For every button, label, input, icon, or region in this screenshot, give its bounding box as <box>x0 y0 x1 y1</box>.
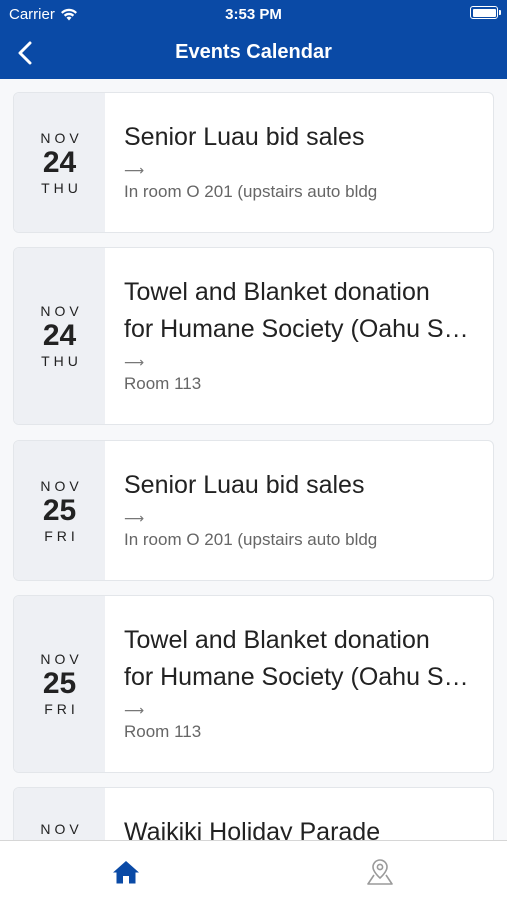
page-title: Events Calendar <box>175 41 332 63</box>
event-date: NOV 25 FRI <box>14 596 105 772</box>
event-card[interactable]: NOV 24 THU Towel and Blanket donation fo… <box>13 247 494 425</box>
events-list[interactable]: NOV 24 THU Senior Luau bid sales ⟶ In ro… <box>0 79 507 840</box>
event-date: NOV 24 THU <box>14 248 105 424</box>
event-details: Towel and Blanket donation for Humane So… <box>105 596 493 772</box>
tab-map[interactable] <box>363 855 397 889</box>
battery-icon <box>470 6 501 19</box>
event-card[interactable]: NOV 25 FRI Towel and Blanket donation fo… <box>13 595 494 773</box>
event-weekday: FRI <box>44 701 79 717</box>
event-date: NOV 24 THU <box>14 93 105 232</box>
event-month: NOV <box>40 477 83 494</box>
event-day: 24 <box>42 319 77 352</box>
event-weekday: THU <box>41 353 82 369</box>
event-day: 24 <box>42 145 77 179</box>
arrow-right-icon: ⟶ <box>124 354 145 370</box>
event-location: In room O 201 (upstairs auto bldg <box>124 182 378 201</box>
event-date: NOV <box>14 788 105 840</box>
event-title-line-1: Towel and Blanket donation <box>124 626 430 654</box>
event-title-line-2: for Humane Society (Oahu S… <box>124 663 469 691</box>
event-title: Waikiki Holiday Parade <box>124 818 381 840</box>
event-month: NOV <box>40 651 83 667</box>
map-pin-icon <box>367 859 393 885</box>
arrow-right-icon: ⟶ <box>124 510 145 526</box>
status-time: 3:53 PM <box>225 6 282 23</box>
event-details: Senior Luau bid sales ⟶ In room O 201 (u… <box>105 93 493 232</box>
event-location: Room 113 <box>124 374 202 393</box>
event-card[interactable]: NOV 25 FRI Senior Luau bid sales ⟶ In ro… <box>13 440 494 581</box>
event-month: NOV <box>40 303 83 319</box>
event-location: Room 113 <box>124 722 202 741</box>
app-header: Carrier 3:53 PM Events Calendar <box>0 0 507 79</box>
event-month: NOV <box>40 129 83 146</box>
event-day: 25 <box>42 667 77 700</box>
event-day: 25 <box>42 493 77 527</box>
event-weekday: THU <box>41 179 82 196</box>
home-icon <box>113 861 139 884</box>
event-location: In room O 201 (upstairs auto bldg <box>124 530 378 549</box>
event-card[interactable]: NOV 24 THU Senior Luau bid sales ⟶ In ro… <box>13 92 494 233</box>
nav-bar: Events Calendar <box>0 28 507 79</box>
event-title: Senior Luau bid sales <box>124 123 365 151</box>
event-details: Senior Luau bid sales ⟶ In room O 201 (u… <box>105 441 493 580</box>
event-title: Senior Luau bid sales <box>124 471 365 499</box>
arrow-right-icon: ⟶ <box>124 162 145 178</box>
event-weekday: FRI <box>44 527 79 544</box>
arrow-right-icon: ⟶ <box>124 702 145 718</box>
tab-home[interactable] <box>109 855 143 889</box>
event-date: NOV 25 FRI <box>14 441 105 580</box>
event-title-line-2: for Humane Society (Oahu S… <box>124 315 469 343</box>
event-card[interactable]: NOV Waikiki Holiday Parade <box>13 787 494 840</box>
event-details: Waikiki Holiday Parade <box>105 788 493 840</box>
event-title-line-1: Towel and Blanket donation <box>124 278 430 306</box>
event-details: Towel and Blanket donation for Humane So… <box>105 248 493 424</box>
status-bar: Carrier 3:53 PM <box>0 0 507 28</box>
tab-bar <box>0 840 507 900</box>
event-month: NOV <box>40 821 83 837</box>
